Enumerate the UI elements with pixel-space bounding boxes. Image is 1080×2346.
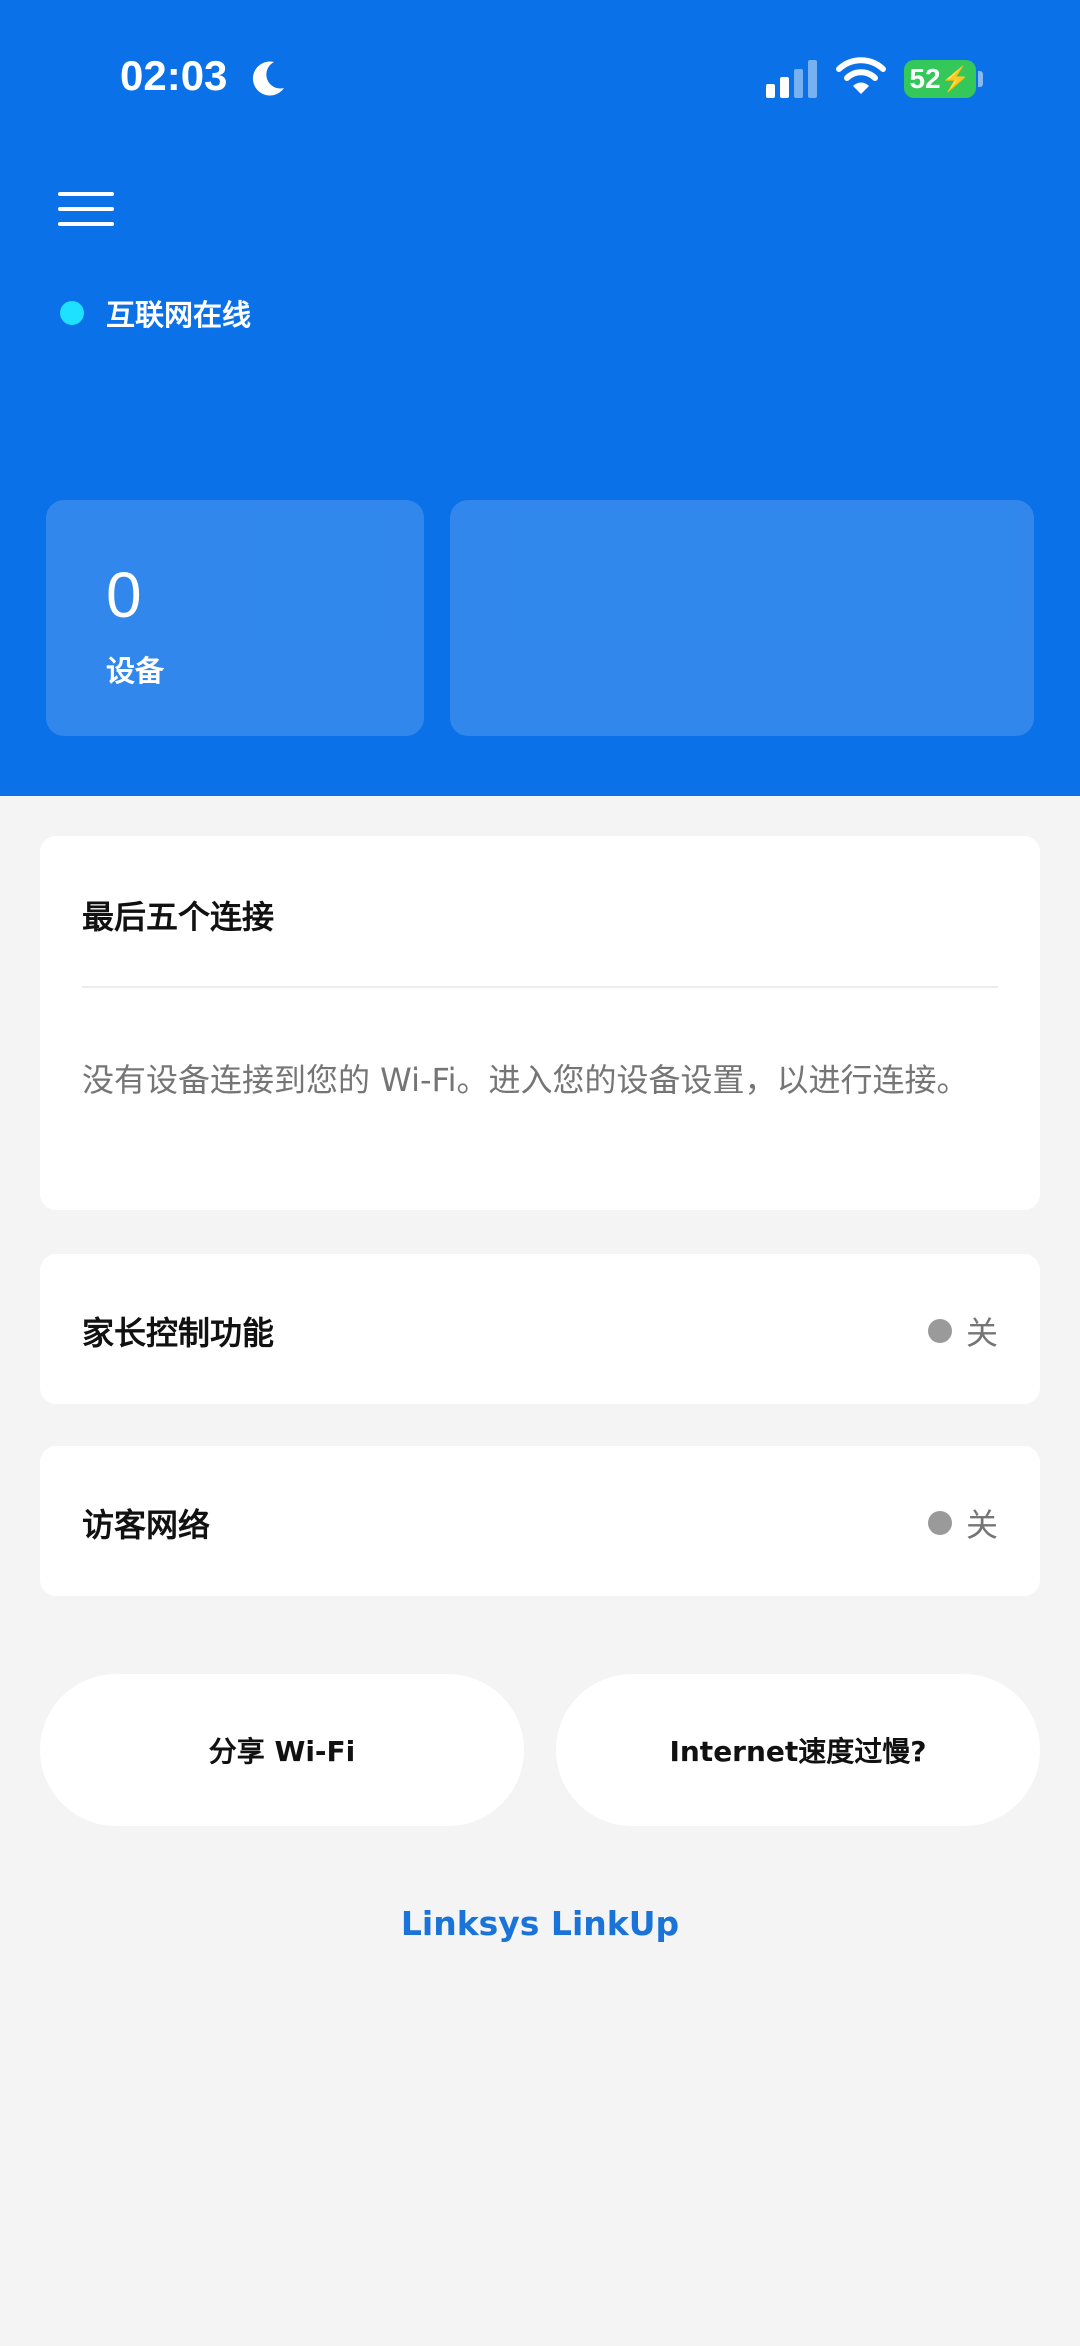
guest-network-row[interactable]: 访客网络 关 xyxy=(40,1446,1040,1596)
hamburger-menu-icon[interactable] xyxy=(58,186,118,232)
off-status-dot xyxy=(927,1511,952,1535)
guest-network-label: 访客网络 xyxy=(82,1506,211,1544)
parental-controls-status-text: 关 xyxy=(965,1314,998,1352)
parental-controls-row[interactable]: 家长控制功能 关 xyxy=(40,1254,1040,1404)
parental-controls-status: 关 xyxy=(927,1308,998,1354)
linksys-linkup-link[interactable]: Linksys LinkUp xyxy=(0,1904,1080,1943)
moon-icon xyxy=(252,61,284,96)
devices-tile[interactable]: 0 设备 xyxy=(46,500,424,736)
no-devices-message: 没有设备连接到您的 Wi-Fi。进入您的设备设置，以进行连接。 xyxy=(82,1061,969,1099)
device-count: 0 xyxy=(106,559,142,631)
guest-network-status: 关 xyxy=(927,1500,998,1546)
internet-status-label: 互联网在线 xyxy=(106,298,252,332)
internet-status: 互联网在线 xyxy=(60,292,251,334)
battery-charging-icon: 52 ⚡ xyxy=(904,60,976,98)
network-summary-tile[interactable] xyxy=(450,500,1034,736)
parental-controls-label: 家长控制功能 xyxy=(82,1314,275,1352)
off-status-dot xyxy=(927,1319,952,1343)
cellular-signal-icon xyxy=(766,60,817,98)
header-panel: 02:03 52 ⚡ 互联网在线 0 设备 xyxy=(0,0,1080,796)
battery-level: 52 xyxy=(909,63,941,94)
wifi-icon xyxy=(836,57,886,94)
status-time: 02:03 xyxy=(120,52,228,99)
card-divider xyxy=(82,986,998,988)
device-label: 设备 xyxy=(106,654,165,688)
status-bar: 02:03 52 ⚡ xyxy=(0,0,1080,160)
recent-connections-title: 最后五个连接 xyxy=(82,898,275,936)
guest-network-status-text: 关 xyxy=(965,1506,998,1544)
slow-internet-button[interactable]: Internet速度过慢? xyxy=(556,1674,1040,1826)
recent-connections-card: 最后五个连接 没有设备连接到您的 Wi-Fi。进入您的设备设置，以进行连接。 xyxy=(40,836,1040,1210)
online-status-dot xyxy=(60,301,84,325)
share-wifi-button[interactable]: 分享 Wi-Fi xyxy=(40,1674,524,1826)
battery-cap xyxy=(978,71,983,87)
